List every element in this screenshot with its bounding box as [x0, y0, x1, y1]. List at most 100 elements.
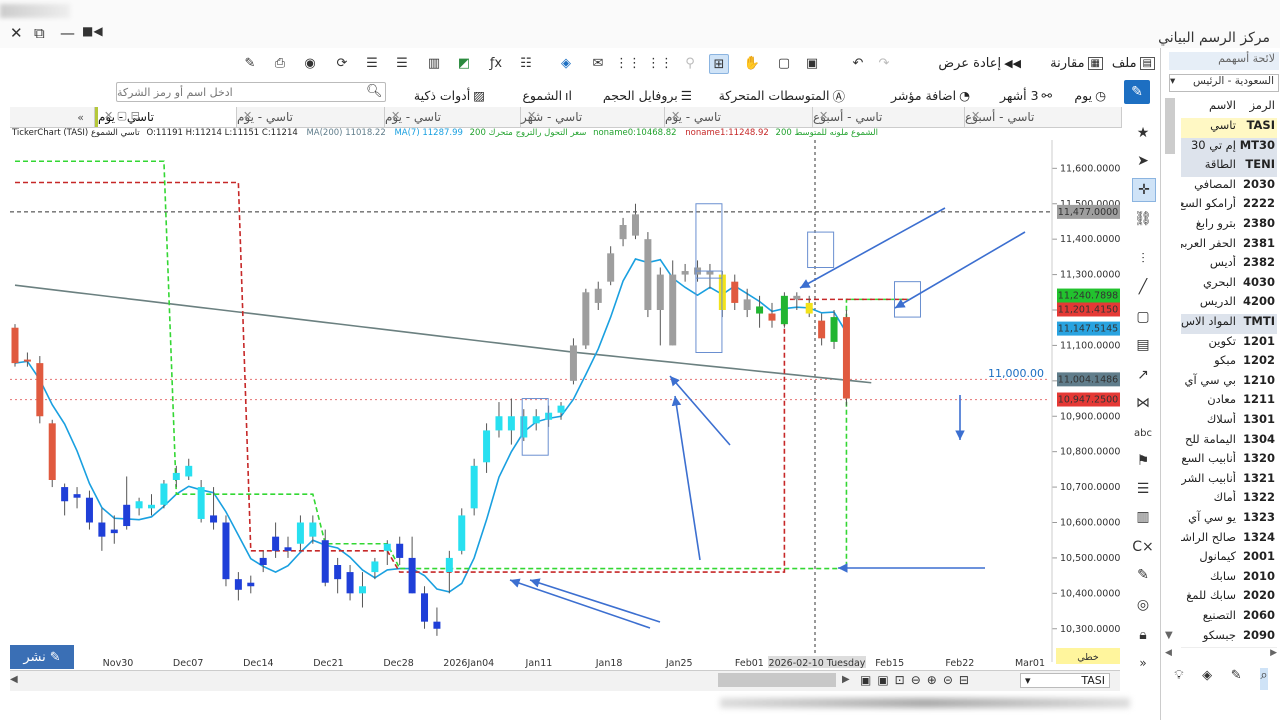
measure-icon[interactable]: ⊞ — [709, 54, 729, 74]
minimize-window-icon[interactable]: — — [60, 24, 75, 42]
smart-tools-button[interactable]: ▨ أدوات ذكية — [414, 84, 485, 106]
vertical-line-icon[interactable]: ⫶ — [1132, 248, 1154, 270]
watchlist-row[interactable]: 1324 صالح الراشد — [1181, 529, 1277, 551]
symbol-selector[interactable]: ▾ TASI — [1020, 673, 1110, 688]
brush-icon[interactable]: ✎ — [241, 54, 259, 72]
sidebar-hscroll[interactable]: ◀ ▶ — [1165, 648, 1277, 662]
refresh-icon[interactable]: ⟳ — [333, 54, 351, 72]
camera-snap-icon[interactable]: ◉ — [301, 54, 319, 72]
watchlist-row[interactable]: TASI تاسي — [1181, 118, 1277, 139]
watchlist-row[interactable]: 2382 أديس — [1181, 255, 1277, 276]
watchlist-row[interactable]: 2020 سابك للمغ — [1181, 588, 1277, 609]
print-icon[interactable]: ⎙ — [271, 54, 289, 72]
close-tab-icon[interactable]: ✕ — [391, 109, 400, 122]
price-chart[interactable]: 11,000.00 11,600.000011,500.000011,400.0… — [10, 140, 1120, 670]
file-menu[interactable]: ▤ ملف — [1112, 52, 1155, 74]
pencil-icon[interactable]: ✎ — [1124, 80, 1150, 104]
chart-scrollbar[interactable]: ◀ ▶ ▣▣⊡⊖⊕⊝⊟ ▾ TASI — [10, 670, 1120, 691]
watchlist-row[interactable]: TMTI المواد الاس — [1181, 314, 1277, 335]
watchlist-row[interactable]: 1304 اليمامة للح — [1181, 431, 1277, 453]
market-dropdown[interactable]: السعودية - الرئيس ▾ — [1169, 74, 1279, 92]
add-indicator-button[interactable]: ◔ اضافة مؤشر — [891, 84, 970, 106]
edit-icon[interactable]: ✎ — [1231, 668, 1242, 690]
zoom-controls[interactable]: ▣▣⊡⊖⊕⊝⊟ — [860, 673, 975, 687]
watchlist-name[interactable]: لائحة أسهمم — [1169, 52, 1279, 70]
search-icon[interactable]: 🔍︎ — [366, 84, 383, 99]
channel-icon[interactable]: ▤ — [1132, 334, 1154, 356]
crosshair-icon[interactable]: ✛ — [1132, 178, 1156, 202]
fib-icon[interactable]: ☰ — [1132, 478, 1154, 500]
watchlist-row[interactable]: 1211 معادن — [1181, 392, 1277, 413]
pattern-icon[interactable]: ↗ — [1132, 364, 1154, 386]
watchlist-row[interactable]: 1210 بي سي آي — [1181, 372, 1277, 394]
moving-averages-button[interactable]: Ⓐ المتوسطات المتحركة — [719, 84, 845, 106]
scroll-thumb[interactable] — [718, 673, 836, 687]
tab-chart-7[interactable]: تاسي - أسبوع ✕ — [965, 107, 1122, 127]
template-icon[interactable]: ▢ — [775, 54, 793, 72]
watchlist-row[interactable]: 2060 التصنيع — [1181, 608, 1277, 629]
watchlist-row[interactable]: 2381 الحفر العربي — [1181, 235, 1277, 257]
tag-icon[interactable]: ◈ — [557, 54, 575, 72]
remove-drawings-icon[interactable]: C× — [1132, 536, 1154, 558]
zigzag-icon[interactable]: ⋈ — [1132, 392, 1154, 414]
eye-off-icon[interactable]: ◎ — [1132, 594, 1154, 616]
search-input[interactable]: ادخل اسم أو رمز الشركة — [116, 82, 386, 102]
hand-icon[interactable]: ✋ — [743, 54, 761, 72]
camera-icon[interactable]: ■◀ — [82, 24, 103, 38]
watchlist-row[interactable]: 1202 مبكو — [1181, 353, 1277, 374]
brush-tool-icon[interactable]: ✎ — [1132, 564, 1154, 586]
bars-icon[interactable]: ▥ — [425, 54, 443, 72]
close-tab-icon[interactable]: ✕ — [527, 109, 536, 122]
watchlist-row[interactable]: 1322 أماك — [1181, 490, 1277, 511]
gann-icon[interactable]: ▥ — [1132, 506, 1154, 528]
close-window-icon[interactable]: ✕ — [10, 24, 23, 42]
watchlist-row[interactable]: 2380 بترو رابغ — [1181, 216, 1277, 237]
watchlist-row[interactable]: 1320 أنابيب السع — [1181, 451, 1277, 472]
watchlist-row[interactable]: 2222 أرامكو السع — [1181, 196, 1277, 217]
watchlist-row[interactable]: 1321 أنابيب الشر — [1181, 470, 1277, 492]
watchlist-row[interactable]: 2001 كيمانول — [1181, 549, 1277, 570]
bulb-icon[interactable]: 💡︎ — [1174, 668, 1183, 690]
formula-icon[interactable]: ƒx — [487, 54, 505, 72]
tabs-more-button[interactable]: » — [10, 107, 95, 127]
tab-chart-4[interactable]: تاسي - شهر ✕ — [521, 107, 665, 127]
scroll-right-icon[interactable]: ▶ — [842, 674, 850, 685]
tab-chart-6[interactable]: تاسي - أسبوع ✕ — [813, 107, 965, 127]
watchlist-row[interactable]: TENI الطاقة — [1181, 157, 1277, 178]
tab-controls-icon[interactable]: ⊟ ▢ ✕ — [104, 109, 140, 122]
replay-button[interactable]: ◀◀ إعادة عرض — [938, 52, 1021, 74]
publish-button[interactable]: ✎ نشر — [10, 645, 74, 669]
cursor-icon[interactable]: ➤ — [1132, 150, 1154, 172]
text-icon[interactable]: abc — [1132, 422, 1154, 444]
close-tab-icon[interactable]: ✕ — [671, 109, 680, 122]
list-icon[interactable]: ☰ — [363, 54, 381, 72]
watchlist-row[interactable]: 2090 جبسكو — [1181, 627, 1277, 649]
period-dropdown[interactable]: ◷ يوم — [1074, 84, 1106, 106]
mail-icon[interactable]: ✉ — [589, 54, 607, 72]
tab-chart-1[interactable]: تاسي - يوم ⊟ ▢ ✕ — [95, 107, 237, 127]
undo-icon[interactable]: ↶ — [849, 54, 867, 72]
redo-icon[interactable]: ↷ — [875, 54, 893, 72]
close-tab-icon[interactable]: ✕ — [243, 109, 252, 122]
tag-icon[interactable]: ◈ — [1202, 668, 1212, 690]
volume-profile-button[interactable]: ☰ بروفايل الحجم — [603, 84, 692, 106]
scroll-left-icon[interactable]: ◀ — [10, 674, 18, 685]
table-icon[interactable]: ☰ — [393, 54, 411, 72]
sidebar-scroll-thumb[interactable] — [1165, 98, 1175, 154]
tab-chart-5[interactable]: تاسي - يوم ✕ — [665, 107, 813, 127]
alert-icon[interactable]: ⚲ — [681, 54, 699, 72]
layout-icon[interactable]: ▣ — [803, 54, 821, 72]
restore-window-icon[interactable]: ⧉ — [34, 24, 45, 42]
color-icon[interactable]: ◩ — [455, 54, 473, 72]
compare-button[interactable]: ▦ مقارنة — [1050, 52, 1103, 74]
watchlist-row[interactable]: 1323 يو سي آي — [1181, 510, 1277, 531]
link-icon[interactable]: ⛓ — [1132, 208, 1154, 230]
rectangle-icon[interactable]: ▢ — [1132, 306, 1154, 328]
lock-icon[interactable]: 🔒︎ — [1132, 624, 1154, 646]
watchlist-row[interactable]: MT30 إم تي 30 — [1181, 137, 1277, 159]
watchlist-row[interactable]: 4200 الدريس — [1181, 294, 1277, 315]
candles-button[interactable]: ıl الشموع — [522, 84, 572, 106]
close-tab-icon[interactable]: ✕ — [819, 109, 828, 122]
expand-icon[interactable]: » — [1132, 652, 1154, 674]
line-icon[interactable]: ╱ — [1132, 276, 1154, 298]
